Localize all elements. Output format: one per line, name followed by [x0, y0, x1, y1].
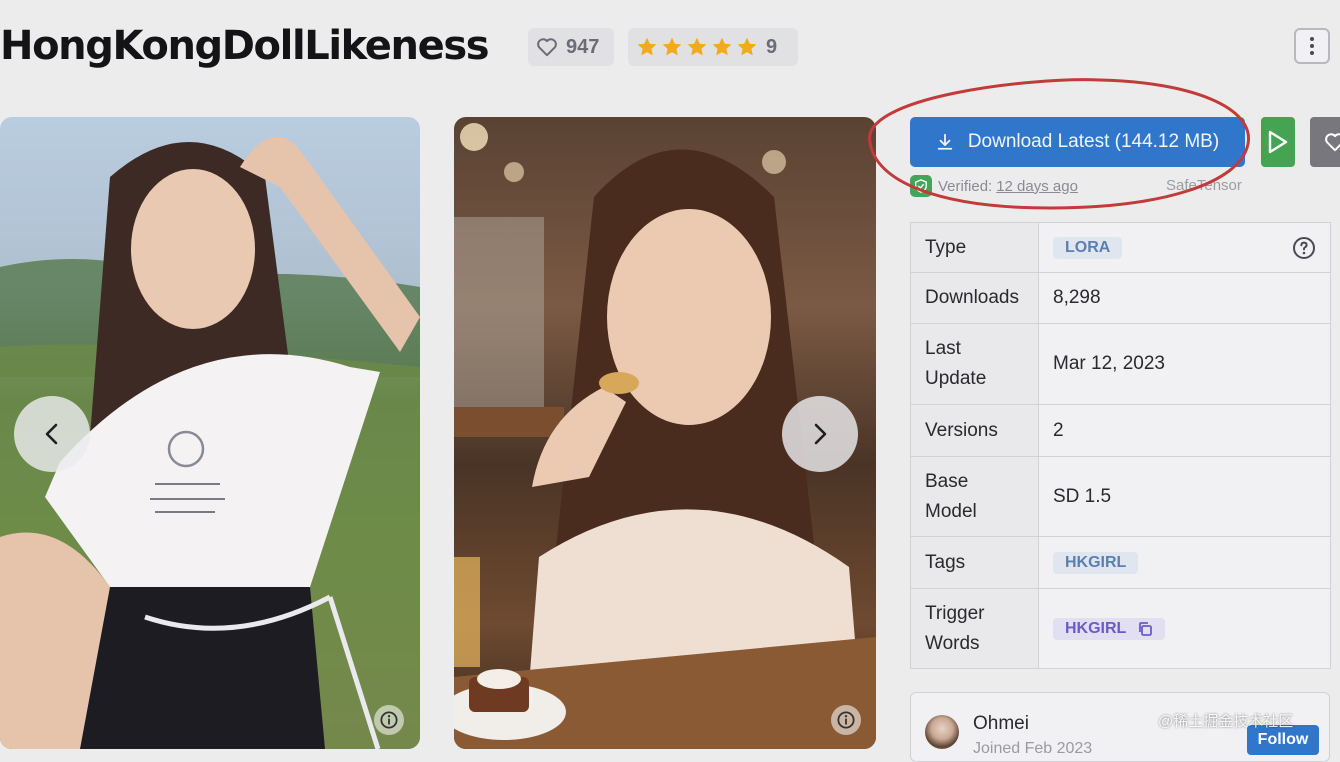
table-row: Base Model SD 1.5	[910, 456, 1331, 537]
model-details-table: Type LORA Downloads 8,298 Last Update Ma…	[910, 222, 1331, 669]
row-value: Mar 12, 2023	[1038, 323, 1331, 405]
trigger-word-text: HKGIRL	[1065, 620, 1127, 637]
row-value: HKGIRL	[1038, 536, 1331, 589]
type-badge[interactable]: LORA	[1053, 236, 1123, 259]
heart-icon	[1325, 133, 1340, 152]
play-icon	[1268, 130, 1288, 154]
row-label: Type	[910, 222, 1039, 273]
row-value: SD 1.5	[1038, 456, 1331, 537]
more-vertical-icon	[1310, 37, 1314, 55]
row-value: HKGIRL	[1038, 588, 1331, 669]
heart-icon	[536, 37, 558, 57]
help-icon[interactable]	[1292, 236, 1316, 260]
chevron-right-icon	[814, 423, 827, 445]
row-value: LORA	[1038, 222, 1331, 273]
model-title: HongKongDollLikeness	[0, 23, 490, 69]
star-icon	[687, 37, 707, 56]
rating-stars	[636, 36, 758, 58]
previous-image-button[interactable]	[14, 396, 90, 472]
star-icon	[637, 37, 657, 56]
row-value: 8,298	[1038, 272, 1331, 324]
tag-badge[interactable]: HKGIRL	[1053, 552, 1139, 574]
trigger-word-badge[interactable]: HKGIRL	[1053, 618, 1165, 640]
info-icon	[380, 711, 398, 729]
info-icon	[837, 711, 855, 729]
rating-count: 9	[766, 35, 778, 58]
run-model-button[interactable]	[1261, 117, 1295, 167]
creator-joined: Joined Feb 2023	[973, 740, 1093, 757]
avatar[interactable]	[925, 715, 959, 749]
row-label: Tags	[910, 536, 1039, 589]
table-row: Type LORA	[910, 222, 1331, 273]
gallery-image-2[interactable]	[454, 117, 876, 749]
copy-icon[interactable]	[1137, 621, 1153, 637]
like-count: 947	[566, 35, 600, 58]
image-info-button[interactable]	[831, 705, 861, 735]
next-image-button[interactable]	[782, 396, 858, 472]
like-count-chip[interactable]: 947	[528, 28, 614, 66]
row-value: 2	[1038, 404, 1331, 457]
table-row: Versions 2	[910, 404, 1331, 457]
table-row: Tags HKGIRL	[910, 536, 1331, 589]
star-icon	[662, 37, 682, 56]
star-icon	[737, 37, 757, 56]
rating-chip[interactable]: 9	[628, 28, 798, 66]
row-label: Base Model	[910, 456, 1039, 537]
image-info-button[interactable]	[374, 705, 404, 735]
creator-name[interactable]: Ohmei	[973, 713, 1029, 735]
more-options-button[interactable]	[1294, 28, 1330, 64]
star-icon	[712, 37, 732, 56]
table-row: Downloads 8,298	[910, 272, 1331, 324]
gallery-image-1[interactable]	[0, 117, 420, 749]
row-label: Downloads	[910, 272, 1039, 324]
chevron-left-icon	[45, 423, 58, 445]
row-label: Trigger Words	[910, 588, 1039, 669]
row-label: Versions	[910, 404, 1039, 457]
annotation-red-ellipse	[868, 78, 1250, 210]
table-row: Last Update Mar 12, 2023	[910, 323, 1331, 405]
watermark: @稀土掘金技术社区	[1158, 713, 1294, 730]
row-label: Last Update	[910, 323, 1039, 405]
table-row: Trigger Words HKGIRL	[910, 588, 1331, 669]
favorite-button[interactable]	[1310, 117, 1340, 167]
